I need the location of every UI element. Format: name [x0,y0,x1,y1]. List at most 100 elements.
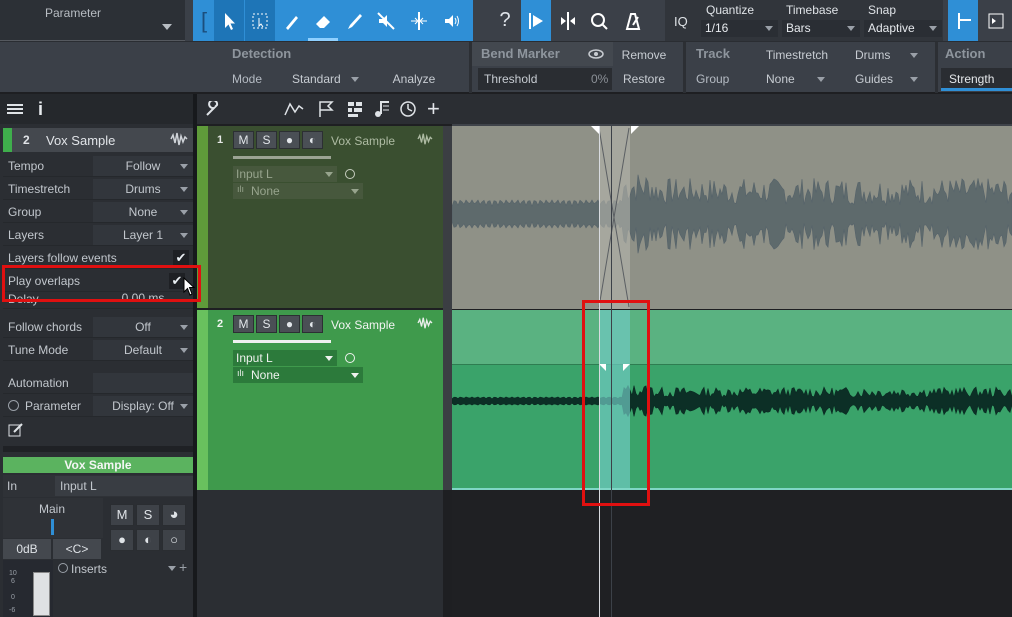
track-2-fade-in-handle[interactable] [599,364,606,371]
eraser-tool-icon[interactable] [308,0,338,41]
iq-label[interactable]: IQ [674,14,688,29]
arranger-icon[interactable] [347,101,363,120]
track-1-waveform-icon[interactable] [416,132,434,149]
help-icon[interactable]: ? [492,0,518,41]
inserts-power-icon[interactable] [58,563,68,573]
restore-button[interactable]: Restore [615,68,673,90]
track-1-monitor-icon[interactable]: ◐ [302,131,323,149]
track-1-input-select[interactable]: Input L [233,166,337,182]
fade-out-handle[interactable] [631,126,639,134]
monitor-knob-icon[interactable]: ◕ [162,504,186,526]
arrow-tool-icon[interactable] [214,0,244,41]
quantize-select[interactable]: 1/16 [701,20,778,37]
automation-field[interactable] [93,373,193,393]
mode-select[interactable]: Standard [278,68,366,90]
input-monitor-icon[interactable]: ○ [162,529,186,551]
track-1-volume-slider[interactable] [233,156,331,159]
menu-icon[interactable] [7,104,23,114]
track-1-record-icon[interactable]: ● [279,131,300,149]
remove-button[interactable]: Remove [615,44,673,66]
snap-select[interactable]: Adaptive [864,20,942,37]
snap-to-bend-icon[interactable] [554,0,582,41]
timestretch-select[interactable]: Drums [839,44,925,66]
info-icon[interactable]: i [38,99,43,120]
volume-fader[interactable] [33,572,50,616]
track-header-scrollbar[interactable] [443,126,452,490]
track-1-name[interactable]: Vox Sample [331,134,395,148]
fade-in-handle[interactable] [591,126,599,134]
group-select[interactable]: None [93,202,193,222]
metronome-icon[interactable] [617,0,649,41]
track-header-2[interactable]: 2 M S ● ◐ Vox Sample Input L ılı None [197,310,443,490]
eye-icon[interactable] [588,48,604,63]
marker-icon[interactable] [318,100,334,121]
solo-button[interactable]: S [136,504,160,526]
timebase-select[interactable]: Bars [782,20,860,37]
db-value[interactable]: 0dB [3,539,51,559]
add-insert-icon[interactable]: + [179,559,187,575]
strength-button[interactable]: Strength [941,68,1012,90]
track-1-output-icon[interactable] [345,169,355,179]
guides-select[interactable]: Guides [839,68,925,90]
track-2-volume-slider[interactable] [233,340,331,343]
track-1-aux-select[interactable]: ılı None [233,183,363,199]
panel-toggle-icon[interactable] [982,0,1010,41]
chord-track-icon[interactable] [373,100,391,121]
range-tool-icon[interactable] [245,0,275,41]
track-2-name[interactable]: Vox Sample [331,318,395,332]
bend-tool-icon[interactable] [404,0,434,41]
timeline-marker-icon[interactable] [948,0,978,41]
paint-tool-icon[interactable] [341,0,369,41]
main-output[interactable]: Main [3,498,103,538]
inserts-dropdown-icon[interactable] [168,566,176,571]
layers-follow-events-checkbox[interactable]: ✔ [173,250,189,266]
analyze-button[interactable]: Analyze [369,68,459,90]
track-2-waveform-icon[interactable] [416,316,434,333]
group-select[interactable]: None [746,68,832,90]
power-icon[interactable] [8,400,19,411]
timeline-ruler[interactable] [452,94,1012,126]
track-2-fade-out-handle[interactable] [623,364,630,371]
track-2-input-select[interactable]: Input L [233,350,337,366]
input-select[interactable]: Input L [55,476,193,496]
tune-mode-select[interactable]: Default [93,340,193,360]
track-2-output-icon[interactable] [345,353,355,363]
range-bracket-icon[interactable]: [ [195,0,213,41]
listen-tool-icon[interactable] [437,0,467,41]
track-2-record-icon[interactable]: ● [279,315,300,333]
track-2-aux-select[interactable]: ılı None [233,367,363,383]
track-1-mute-button[interactable]: M [233,131,254,149]
playhead-cursor[interactable] [599,126,600,617]
layers-select[interactable]: Layer 1 [93,225,193,245]
track-1-solo-button[interactable]: S [256,131,277,149]
edit-icon[interactable] [8,422,24,441]
wrench-icon[interactable] [205,99,221,120]
waveform-icon[interactable] [169,131,189,150]
audio-event-track-1[interactable] [452,126,1012,309]
display-select[interactable]: Display: Off [93,396,193,416]
zoom-icon[interactable] [585,0,613,41]
pan-value[interactable]: <C> [53,539,101,559]
track-2-bottom-edge [452,488,1012,490]
tempo-select[interactable]: Follow [93,156,193,176]
add-track-icon[interactable]: + [427,96,440,122]
timestretch-select[interactable]: Drums [93,179,193,199]
automation-icon[interactable] [284,101,304,120]
record-arm-icon[interactable]: ● [110,529,134,551]
track-2-mute-button[interactable]: M [233,315,254,333]
track-name[interactable]: Vox Sample [46,133,115,148]
track-header-1[interactable]: 1 M S ● ◐ Vox Sample Input L ılı None [197,126,443,308]
tempo-track-icon[interactable] [400,101,416,120]
split-tool-icon[interactable] [278,0,306,41]
audio-event-track-2[interactable] [452,310,1012,490]
delay-value[interactable]: 0.00 ms [93,293,193,308]
monitor-icon[interactable]: ◐ [136,529,160,551]
parameter-dropdown-icon[interactable] [162,24,172,30]
track-2-solo-button[interactable]: S [256,315,277,333]
follow-chords-select[interactable]: Off [93,317,193,337]
snap-to-events-icon[interactable] [521,0,551,41]
track-2-monitor-icon[interactable]: ◐ [302,315,323,333]
mute-button[interactable]: M [110,504,134,526]
inserts-row[interactable]: Inserts + [54,559,193,578]
mute-tool-icon[interactable] [371,0,401,41]
